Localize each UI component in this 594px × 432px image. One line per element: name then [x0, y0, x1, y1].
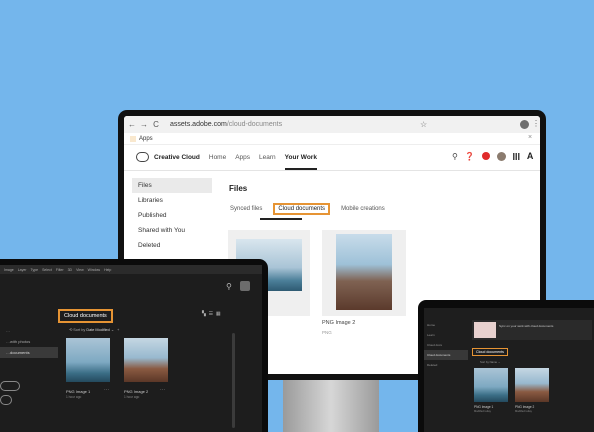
sidebar-item-files[interactable]: Files: [132, 178, 212, 193]
promo-text: Sync on your work with cloud documents: [499, 324, 554, 328]
promo-image: [474, 322, 496, 338]
sidebar-item-cloud-documents[interactable]: …documents: [0, 347, 58, 358]
app-menubar: Image Layer Type Select Filter 3D View W…: [0, 265, 262, 274]
sidebar-item-cloud-documents[interactable]: Cloud documents: [424, 350, 468, 360]
sidebar: Files Libraries Published Shared with Yo…: [132, 178, 212, 253]
close-icon[interactable]: ×: [528, 134, 532, 141]
nav-home[interactable]: Home: [209, 154, 226, 161]
tablet-sidebar: Home Learn Cloud docs Cloud documents De…: [424, 320, 468, 370]
menu-window[interactable]: Window: [88, 268, 100, 272]
tab-cloud-documents[interactable]: Cloud documents: [273, 203, 331, 215]
apps-grid-icon: [130, 135, 136, 142]
sidebar-button[interactable]: [0, 395, 12, 405]
sort-label: Sort by: [73, 328, 86, 332]
url-host: assets.adobe.com: [170, 121, 227, 128]
address-bar[interactable]: assets.adobe.com/cloud-documents: [170, 121, 282, 128]
menu-select[interactable]: Select: [42, 268, 52, 272]
file-name[interactable]: PNG Image 2: [515, 405, 534, 409]
view-toggle-icons[interactable]: ▚ ☰ ▦: [202, 311, 221, 317]
file-thumbnail[interactable]: [474, 368, 508, 402]
file-thumbnail[interactable]: [124, 338, 168, 382]
help-icon[interactable]: ❓: [465, 152, 475, 161]
sidebar-item-libraries[interactable]: Libraries: [132, 193, 212, 208]
file-name[interactable]: PNG Image 2: [124, 389, 148, 394]
file-name[interactable]: PNG Image 1: [474, 405, 493, 409]
file-thumbnail: [336, 234, 392, 310]
sidebar-item[interactable]: …with photos: [0, 336, 58, 347]
more-icon[interactable]: ···: [160, 387, 165, 393]
sort-value: Name: [489, 360, 498, 364]
notification-icon[interactable]: [481, 152, 490, 160]
menu-help[interactable]: Help: [104, 268, 111, 272]
forward-icon[interactable]: →: [140, 120, 148, 129]
sort-value: Date Modified: [86, 328, 110, 332]
sidebar-item[interactable]: Home: [424, 320, 468, 330]
monitor-stand: [283, 380, 379, 432]
nav-your-work[interactable]: Your Work: [284, 154, 318, 170]
sidebar-item[interactable]: Cloud docs: [424, 340, 468, 350]
file-name[interactable]: PNG Image 1: [66, 389, 90, 394]
sidebar-item-shared[interactable]: Shared with You: [132, 223, 212, 238]
search-icon[interactable]: ⚲: [452, 152, 458, 161]
app-switcher-icon[interactable]: [512, 152, 520, 160]
back-icon[interactable]: ←: [128, 120, 136, 129]
nav-apps[interactable]: Apps: [235, 154, 250, 161]
reload-icon[interactable]: C: [152, 120, 160, 129]
file-meta: PNG: [322, 330, 332, 335]
sidebar-item[interactable]: Deleted: [424, 360, 468, 370]
cloud-documents-heading: Cloud documents: [58, 309, 113, 323]
star-icon[interactable]: ☆: [420, 120, 427, 129]
tablet: Home Learn Cloud docs Cloud documents De…: [418, 300, 594, 432]
file-meta: Modified today: [474, 410, 491, 413]
laptop-app-window: Image Layer Type Select Filter 3D View W…: [0, 265, 262, 432]
menu-image[interactable]: Image: [4, 268, 14, 272]
menu-filter[interactable]: Filter: [56, 268, 64, 272]
creative-cloud-logo-icon: [136, 152, 149, 162]
file-meta: 1 hour ago: [124, 395, 140, 399]
kebab-menu-icon[interactable]: ⋮: [532, 119, 540, 128]
browser-toolbar: ← → C assets.adobe.com/cloud-documents ☆…: [124, 116, 540, 133]
file-thumbnail[interactable]: [66, 338, 110, 382]
user-avatar[interactable]: [496, 151, 506, 161]
search-icon[interactable]: ⚲: [226, 282, 232, 291]
tablet-app-window: Home Learn Cloud docs Cloud documents De…: [424, 308, 594, 432]
active-tab-underline: [260, 218, 302, 220]
more-icon[interactable]: ···: [104, 387, 109, 393]
adobe-logo-icon[interactable]: A: [527, 151, 534, 161]
sidebar-button[interactable]: [0, 381, 20, 391]
menu-3d[interactable]: 3D: [68, 268, 72, 272]
sidebar-item-deleted[interactable]: Deleted: [132, 238, 212, 253]
user-avatar[interactable]: [240, 281, 250, 291]
profile-avatar[interactable]: [520, 120, 529, 129]
file-meta: Modified today: [515, 410, 532, 413]
page-title: Files: [229, 184, 248, 193]
sidebar-item-published[interactable]: Published: [132, 208, 212, 223]
tab-mobile-creations[interactable]: Mobile creations: [339, 204, 387, 215]
laptop-sidebar: … …with photos …documents: [0, 325, 58, 358]
file-card[interactable]: [322, 230, 406, 316]
sort-control[interactable]: ⟲ Sort by Date Modified ⌄ +: [69, 327, 119, 332]
nav-learn[interactable]: Learn: [259, 154, 276, 161]
app-header: Creative Cloud Home Apps Learn Your Work…: [124, 144, 540, 171]
cloud-documents-heading: Cloud documents: [472, 348, 508, 356]
sidebar-item[interactable]: …: [0, 325, 58, 336]
promo-banner[interactable]: Sync on your work with cloud documents: [472, 320, 592, 340]
header-icons: ⚲ ❓ A: [452, 151, 533, 161]
sort-control[interactable]: Sort by Name ⌄: [480, 360, 500, 364]
url-path: /cloud-documents: [226, 121, 283, 128]
tab-synced-files[interactable]: Synced files: [228, 204, 264, 215]
file-name[interactable]: PNG Image 2: [322, 320, 355, 326]
brand-name[interactable]: Creative Cloud: [154, 154, 200, 161]
laptop: Image Layer Type Select Filter 3D View W…: [0, 259, 268, 432]
sidebar-item[interactable]: Learn: [424, 330, 468, 340]
menu-type[interactable]: Type: [31, 268, 39, 272]
sort-label: Sort by: [480, 360, 489, 364]
file-thumbnail[interactable]: [515, 368, 549, 402]
menu-layer[interactable]: Layer: [18, 268, 27, 272]
file-meta: 1 hour ago: [66, 395, 82, 399]
files-tabs: Synced files Cloud documents Mobile crea…: [228, 203, 396, 215]
bookmark-apps[interactable]: Apps: [139, 136, 153, 142]
menu-view[interactable]: View: [76, 268, 84, 272]
scrollbar[interactable]: [232, 333, 235, 428]
